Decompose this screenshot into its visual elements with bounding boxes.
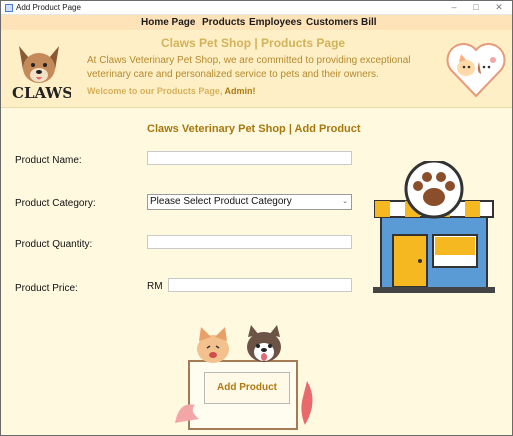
welcome-text: Welcome to our Products Page, Admin! — [87, 86, 256, 96]
product-category-select[interactable]: Please Select Product Category ⌄ — [147, 194, 352, 210]
title-bar: Add Product Page – □ ✕ — [1, 1, 512, 15]
welcome-user: Admin! — [224, 86, 256, 96]
app-window: Add Product Page – □ ✕ Home Page Product… — [0, 0, 513, 436]
welcome-prefix: Welcome to our Products Page, — [87, 86, 223, 96]
product-quantity-label: Product Quantity: — [15, 239, 93, 250]
page-header: CLAWS Claws Pet Shop | Products Page At … — [1, 30, 512, 108]
close-button[interactable]: ✕ — [488, 1, 510, 15]
header-title: Claws Pet Shop | Products Page — [161, 36, 346, 50]
product-quantity-input[interactable] — [147, 235, 352, 249]
app-icon — [5, 4, 13, 12]
product-price-label: Product Price: — [15, 283, 78, 294]
product-category-value: Please Select Product Category — [150, 196, 292, 207]
currency-label: RM — [147, 281, 163, 292]
minimize-button[interactable]: – — [443, 1, 465, 15]
product-name-label: Product Name: — [15, 155, 82, 166]
form-title: Claws Veterinary Pet Shop | Add Product — [147, 123, 361, 135]
claws-logo: CLAWS — [12, 46, 71, 100]
add-product-button[interactable]: Add Product — [204, 372, 290, 404]
pets-heart-illustration — [446, 43, 506, 98]
menu-item-customers[interactable]: Customers — [306, 16, 358, 29]
window-title: Add Product Page — [16, 3, 81, 12]
chevron-down-icon: ⌄ — [342, 198, 348, 205]
menu-item-employees[interactable]: Employees — [249, 16, 302, 29]
menu-bar: Home Page Products Employees Customers B… — [1, 15, 512, 30]
product-price-input[interactable] — [168, 278, 352, 292]
header-description: At Claws Veterinary Pet Shop, we are com… — [87, 55, 411, 80]
menu-item-products[interactable]: Products — [202, 16, 245, 29]
logo-text: CLAWS — [12, 84, 71, 100]
maximize-button[interactable]: □ — [465, 1, 487, 15]
menu-item-home[interactable]: Home Page — [141, 16, 195, 29]
menu-item-bill[interactable]: Bill — [361, 16, 377, 29]
product-category-label: Product Category: — [15, 198, 96, 209]
pet-shop-illustration — [373, 161, 495, 293]
product-name-input[interactable] — [147, 151, 352, 165]
